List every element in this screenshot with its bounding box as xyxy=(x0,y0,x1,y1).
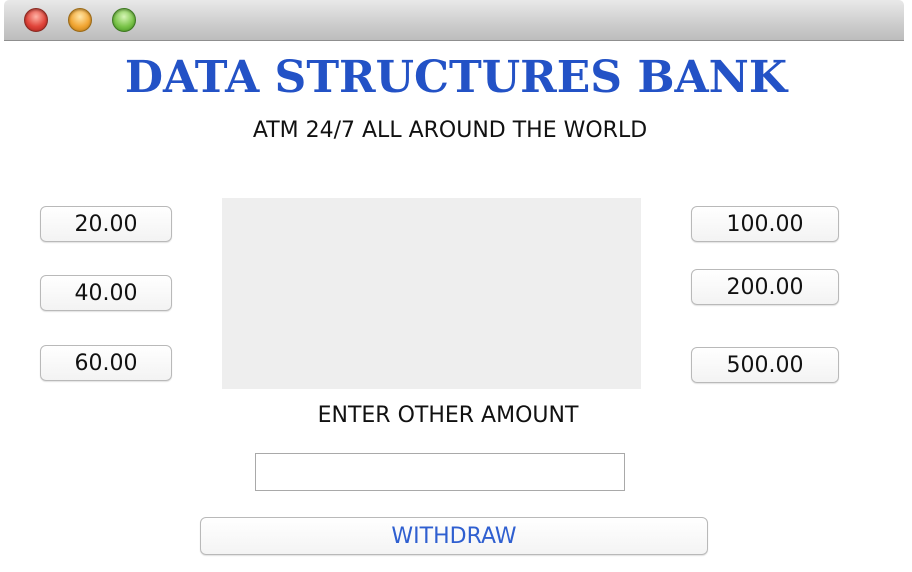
other-amount-input[interactable] xyxy=(255,453,625,491)
amount-button-40[interactable]: 40.00 xyxy=(40,275,172,311)
window-titlebar xyxy=(4,0,904,41)
amount-button-100[interactable]: 100.00 xyxy=(691,206,839,242)
zoom-window-icon[interactable] xyxy=(112,8,136,32)
atm-window: DATA STRUCTURES BANK ATM 24/7 ALL AROUND… xyxy=(0,0,912,572)
bank-subtitle: ATM 24/7 ALL AROUND THE WORLD xyxy=(252,118,648,143)
amount-button-200[interactable]: 200.00 xyxy=(691,269,839,305)
atm-display-panel xyxy=(222,198,641,389)
other-amount-label: ENTER OTHER AMOUNT xyxy=(317,403,579,428)
withdraw-button[interactable]: WITHDRAW xyxy=(200,517,708,555)
amount-button-500[interactable]: 500.00 xyxy=(691,347,839,383)
amount-button-60[interactable]: 60.00 xyxy=(40,345,172,381)
bank-title: DATA STRUCTURES BANK xyxy=(124,52,788,103)
minimize-window-icon[interactable] xyxy=(68,8,92,32)
amount-button-20[interactable]: 20.00 xyxy=(40,206,172,242)
close-window-icon[interactable] xyxy=(24,8,48,32)
